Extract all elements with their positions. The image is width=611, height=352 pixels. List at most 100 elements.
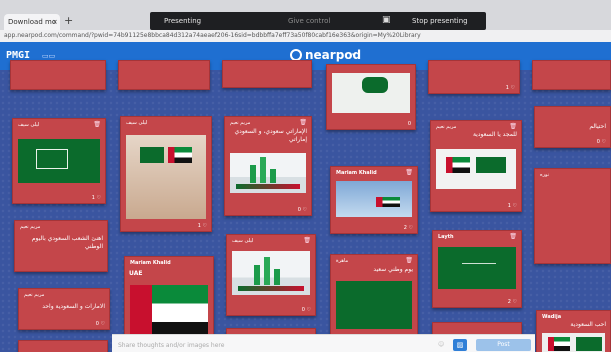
card-author: Wadija (542, 314, 562, 320)
flag-uae-image (168, 147, 192, 163)
card-author: ماهرة (336, 258, 349, 264)
skyline-building (260, 157, 266, 183)
like-count: 0 ♡ (95, 321, 105, 327)
card-text: احب السعودية (570, 321, 606, 328)
screen-photo: Download mo × + Presenting Give control … (0, 0, 611, 352)
like-number: 0 (596, 139, 600, 145)
screen-share-icon: ▣ (382, 15, 391, 25)
flag-ribbon (236, 184, 300, 189)
card-text: احتيالم (589, 123, 606, 130)
tab-close-icon[interactable]: × (52, 14, 58, 30)
card-author: مريم نعيم (24, 292, 45, 298)
post-input[interactable]: Share thoughts and/or images here (118, 342, 224, 349)
card[interactable]: ليلى سيف 1 ♡ (120, 116, 212, 232)
card[interactable] (118, 60, 210, 90)
card-image (126, 135, 206, 219)
presenting-bar: Presenting Give control ▣ Stop presentin… (150, 12, 486, 30)
trash-icon[interactable]: 🗑 (509, 123, 517, 130)
flag-uae-image (446, 157, 470, 173)
browser-tab[interactable]: Download mo × (4, 14, 60, 30)
card[interactable] (222, 60, 312, 88)
like-number: 2 (507, 299, 511, 305)
card-text: الامارات و السعودية واحد (42, 303, 105, 310)
card[interactable]: Layth 🗑 2 ♡ (432, 230, 522, 308)
card-image (336, 181, 412, 217)
like-count: 1 ♡ (91, 195, 101, 201)
new-tab-button[interactable]: + (64, 14, 73, 28)
card[interactable]: ليلى سيف 🗑 0 ♡ (226, 234, 316, 316)
like-number: 0 (301, 307, 305, 313)
chevron-down-icon[interactable]: ▾ (352, 51, 356, 59)
like-count: 1 ♡ (505, 85, 515, 91)
trash-icon[interactable]: 🗑 (405, 257, 413, 264)
card[interactable] (10, 60, 106, 90)
flag-sa-image (362, 77, 388, 93)
like-count: 2 ♡ (403, 225, 413, 231)
card[interactable]: 1 ♡ (428, 60, 520, 94)
like-number: 1 (91, 195, 95, 201)
flag-sa-image (476, 157, 506, 173)
card-author: Layth (438, 234, 454, 240)
card[interactable]: مريم نعيم اهنئ الشعب السعودي باليوم الوط… (14, 220, 108, 272)
card-text: الإماراتي سعودي، و السعودي إماراتي (234, 128, 307, 143)
flag-sa-image (36, 149, 68, 169)
card-image (436, 149, 516, 189)
card-author: مريم نعيم (230, 120, 251, 126)
card[interactable]: نوره (534, 168, 611, 264)
trash-icon[interactable]: 🗑 (405, 169, 413, 176)
card-author: مريم نعيم (436, 124, 457, 130)
card[interactable]: مريم نعيم 🗑 الإماراتي سعودي، و السعودي إ… (224, 116, 312, 216)
card[interactable] (18, 340, 108, 352)
like-count: 0 (407, 121, 411, 127)
card[interactable]: ليلى سيف 🗑 1 ♡ (12, 118, 106, 204)
card[interactable]: احتيالم 0 ♡ (534, 106, 611, 148)
trash-icon[interactable]: 🗑 (303, 237, 311, 244)
card[interactable]: مريم نعيم 🗑 للمجد يا السعودية 1 ♡ (430, 120, 522, 212)
like-number: 0 (297, 207, 301, 213)
card-text: يوم وطني سعيد (373, 266, 413, 273)
card-image (230, 153, 306, 193)
card[interactable]: ماهرة 🗑 يوم وطني سعيد (330, 254, 418, 336)
card-author: ليلى سيف (126, 120, 148, 126)
card-image (336, 281, 412, 329)
card-author: نوره (540, 172, 550, 178)
post-button[interactable]: Post (476, 339, 531, 351)
like-count: 0 ♡ (301, 307, 311, 313)
like-count: 0 ♡ (297, 207, 307, 213)
skyline-building (274, 269, 280, 285)
card-image (130, 285, 208, 341)
card[interactable]: Wadija احب السعودية (536, 310, 611, 352)
emoji-icon[interactable]: ☺ (438, 341, 444, 348)
address-bar[interactable]: app.nearpod.com/command/?pwid=74b91125e8… (0, 30, 611, 42)
card-image (232, 251, 310, 295)
card[interactable]: 0 (326, 64, 416, 130)
tab-title: Download mo (8, 18, 57, 26)
like-number: 1 (197, 223, 201, 229)
give-control-button[interactable]: Give control (288, 17, 330, 25)
flag-uae-image (548, 337, 570, 351)
presenting-label: Presenting (164, 17, 202, 25)
card-author: ليلى سيف (232, 238, 254, 244)
stop-presenting-button[interactable]: Stop presenting (412, 17, 468, 25)
post-composer: Share thoughts and/or images here ☺ ▨ Po… (112, 334, 535, 352)
flag-ribbon (238, 286, 304, 291)
image-icon[interactable]: ▨ (453, 339, 467, 351)
flag-sa-image (140, 147, 164, 163)
card[interactable]: مريم نعيم الامارات و السعودية واحد 0 ♡ (18, 288, 110, 330)
collaborate-board: 1 ♡ 0 ليلى سيف 🗑 1 ♡ ليلى سيف 1 ♡ مريم ن… (0, 60, 611, 352)
card[interactable] (532, 60, 611, 90)
like-number: 0 (95, 321, 99, 327)
copy-icon[interactable]: ▭▭ (42, 52, 55, 60)
skyline-building (264, 257, 270, 285)
card-author: Mariam Khalid (336, 170, 377, 176)
trash-icon[interactable]: 🗑 (93, 121, 101, 128)
card-image (438, 247, 516, 289)
like-number: 2 (403, 225, 407, 231)
trash-icon[interactable]: 🗑 (509, 233, 517, 240)
trash-icon[interactable]: 🗑 (299, 119, 307, 126)
card-image (18, 139, 100, 183)
card-author: مريم نعيم (20, 224, 41, 230)
card[interactable]: Mariam Khalid 🗑 2 ♡ (330, 166, 418, 234)
card-text: UAE (129, 270, 143, 277)
flag-uae-image (376, 197, 400, 207)
